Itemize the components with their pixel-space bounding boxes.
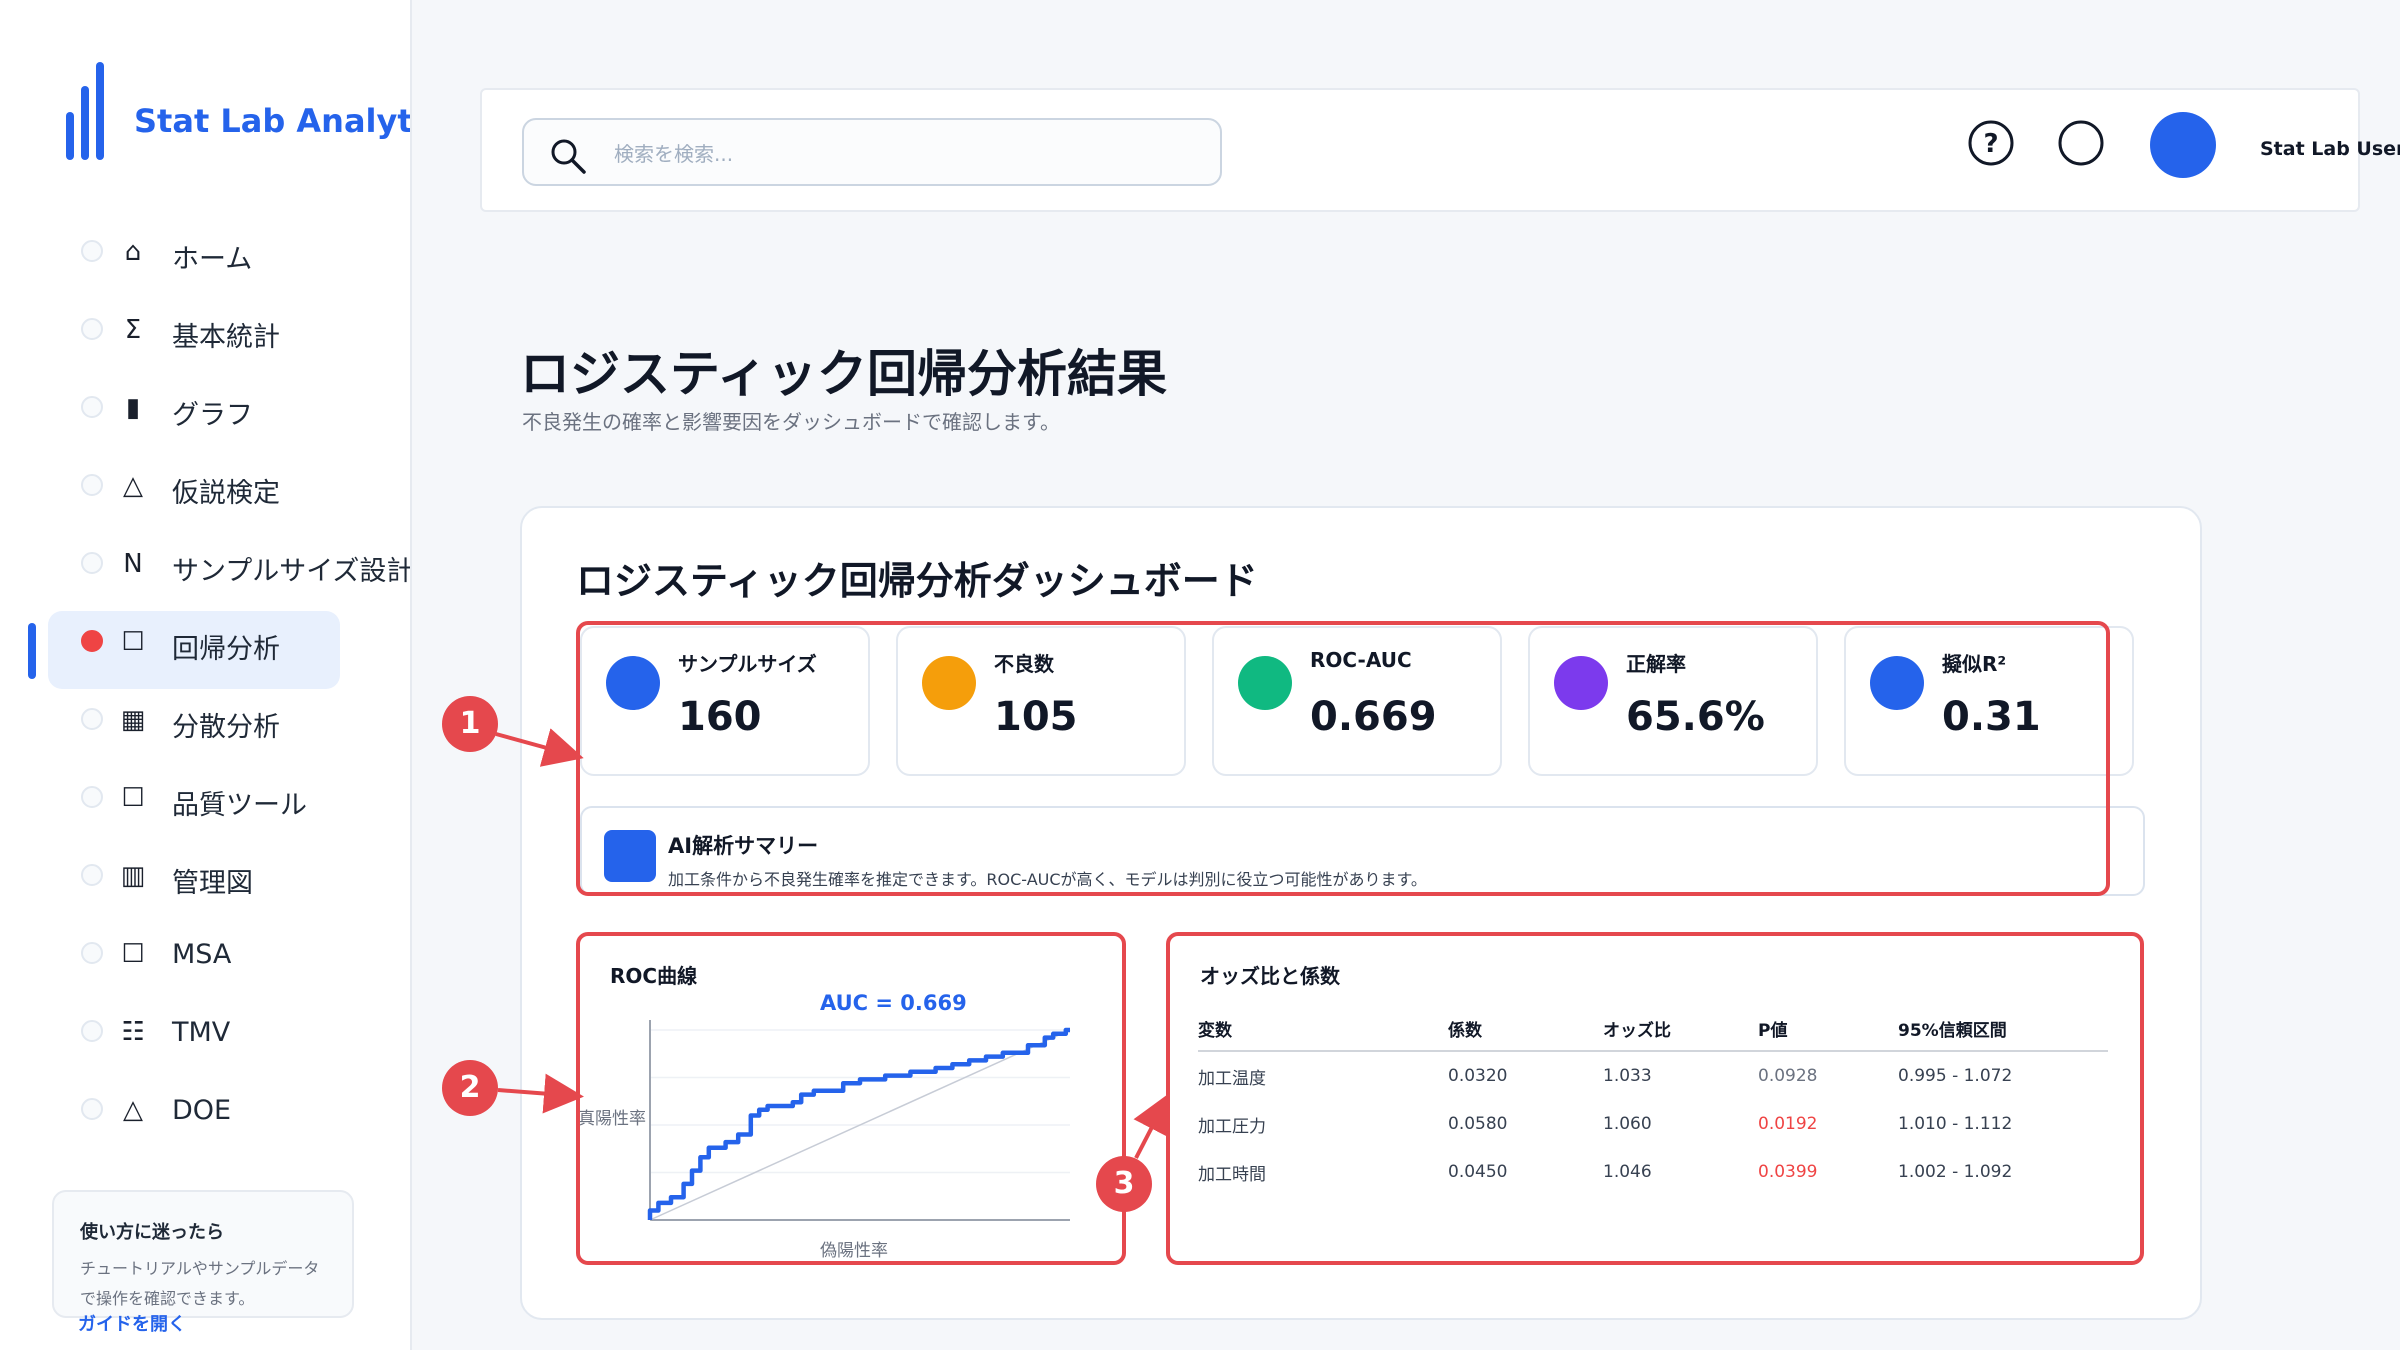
- menu-icon: Σ: [124, 315, 142, 345]
- menu-icon: ▥: [120, 861, 146, 891]
- status-dot-icon: [81, 708, 103, 730]
- menu-icon: △: [123, 1095, 143, 1125]
- menu-icon: ☷: [121, 1017, 145, 1047]
- search-input[interactable]: [612, 136, 1196, 172]
- sidebar-item[interactable]: ⌂ ホーム: [48, 221, 340, 299]
- sidebar-item-label: 分散分析: [172, 712, 280, 743]
- status-dot-icon: [81, 474, 103, 496]
- annotation-box-1: [576, 621, 2110, 896]
- avatar[interactable]: [2150, 112, 2216, 178]
- status-dot-icon: [81, 396, 103, 418]
- help-icon[interactable]: ?: [1968, 120, 2014, 166]
- status-dot-icon: [81, 942, 103, 964]
- app-name: Stat Lab Analytics: [134, 102, 412, 140]
- page-subtitle: 不良発生の確率と影響要因をダッシュボードで確認します。: [522, 410, 1060, 434]
- annotation-box-2: [576, 932, 1126, 1265]
- sidebar-item-label: サンプルサイズ設計: [172, 556, 412, 587]
- sidebar-item[interactable]: N サンプルサイズ設計: [48, 533, 410, 611]
- status-dot-icon: [81, 240, 103, 262]
- status-dot-icon: [81, 864, 103, 886]
- sidebar-item[interactable]: ▥ 管理図: [48, 845, 340, 923]
- sidebar-item-label: グラフ: [172, 400, 253, 431]
- menu-icon: ☐: [121, 627, 145, 657]
- sidebar-item-label: DOE: [172, 1095, 232, 1126]
- help-card: 使い方に迷ったら チュートリアルやサンプルデータで操作を確認できます。: [52, 1190, 354, 1318]
- status-dot-icon: [81, 786, 103, 808]
- page-title: ロジスティック回帰分析結果: [520, 345, 1167, 403]
- sidebar-item[interactable]: ▦ 分散分析: [48, 689, 340, 767]
- status-dot-icon: [81, 1020, 103, 1042]
- sidebar-item-label: 基本統計: [172, 322, 280, 353]
- status-dot-icon: [81, 552, 103, 574]
- menu-icon: ▮: [125, 393, 141, 423]
- sidebar-item[interactable]: ☐ MSA: [48, 923, 340, 1001]
- menu-icon: △: [123, 471, 143, 501]
- sidebar-item-label: MSA: [172, 939, 232, 970]
- sidebar-item[interactable]: △ DOE: [48, 1079, 340, 1157]
- guide-link[interactable]: ガイドを開く: [78, 1310, 186, 1336]
- sidebar-item-label: 仮説検定: [172, 478, 280, 509]
- user-name: Stat Lab User: [2260, 138, 2400, 160]
- menu-icon: ☐: [121, 783, 145, 813]
- sidebar-item[interactable]: ☐ 品質ツール: [48, 767, 340, 845]
- help-title: 使い方に迷ったら: [80, 1222, 224, 1243]
- sidebar-item[interactable]: △ 仮説検定: [48, 455, 340, 533]
- annotation-badge-2: 2: [442, 1060, 498, 1116]
- status-dot-icon: [81, 1098, 103, 1120]
- notification-icon[interactable]: [2058, 120, 2104, 166]
- menu-icon: N: [123, 549, 143, 579]
- dashboard-title: ロジスティック回帰分析ダッシュボード: [576, 559, 1258, 603]
- menu-icon: ☐: [121, 939, 145, 969]
- sidebar-item[interactable]: Σ 基本統計: [48, 299, 340, 377]
- status-dot-icon: [81, 318, 103, 340]
- search-icon: [551, 139, 586, 174]
- active-indicator: [28, 623, 36, 679]
- sidebar-item-label: 回帰分析: [172, 634, 280, 665]
- sidebar-item[interactable]: ☷ TMV: [48, 1001, 340, 1079]
- svg-text:?: ?: [1983, 129, 1998, 159]
- sidebar: Stat Lab Analytics ⌂ ホーム Σ 基本統計 ▮ グラフ △ 仮説検定 N サン…: [0, 0, 412, 1350]
- sidebar-item[interactable]: ▮ グラフ: [48, 377, 340, 455]
- sidebar-item-label: TMV: [172, 1017, 231, 1048]
- top-header: ? Stat Lab User: [480, 88, 2400, 212]
- sidebar-item-label: 管理図: [172, 868, 253, 899]
- app-logo[interactable]: Stat Lab Analytics: [66, 62, 410, 160]
- menu-icon: ▦: [120, 705, 146, 735]
- annotation-badge-1: 1: [442, 696, 498, 752]
- menu-icon: ⌂: [124, 237, 142, 267]
- annotation-badge-3: 3: [1096, 1156, 1152, 1212]
- sidebar-item-label: 品質ツール: [172, 790, 307, 821]
- status-dot-icon: [81, 630, 103, 652]
- help-description: チュートリアルやサンプルデータで操作を確認できます。: [80, 1259, 320, 1308]
- search-box[interactable]: [522, 118, 1222, 186]
- sidebar-item-label: ホーム: [172, 244, 253, 275]
- sidebar-item[interactable]: ☐ 回帰分析: [48, 611, 340, 689]
- bar-chart-logo-icon: [66, 62, 104, 160]
- annotation-box-3: [1166, 932, 2144, 1265]
